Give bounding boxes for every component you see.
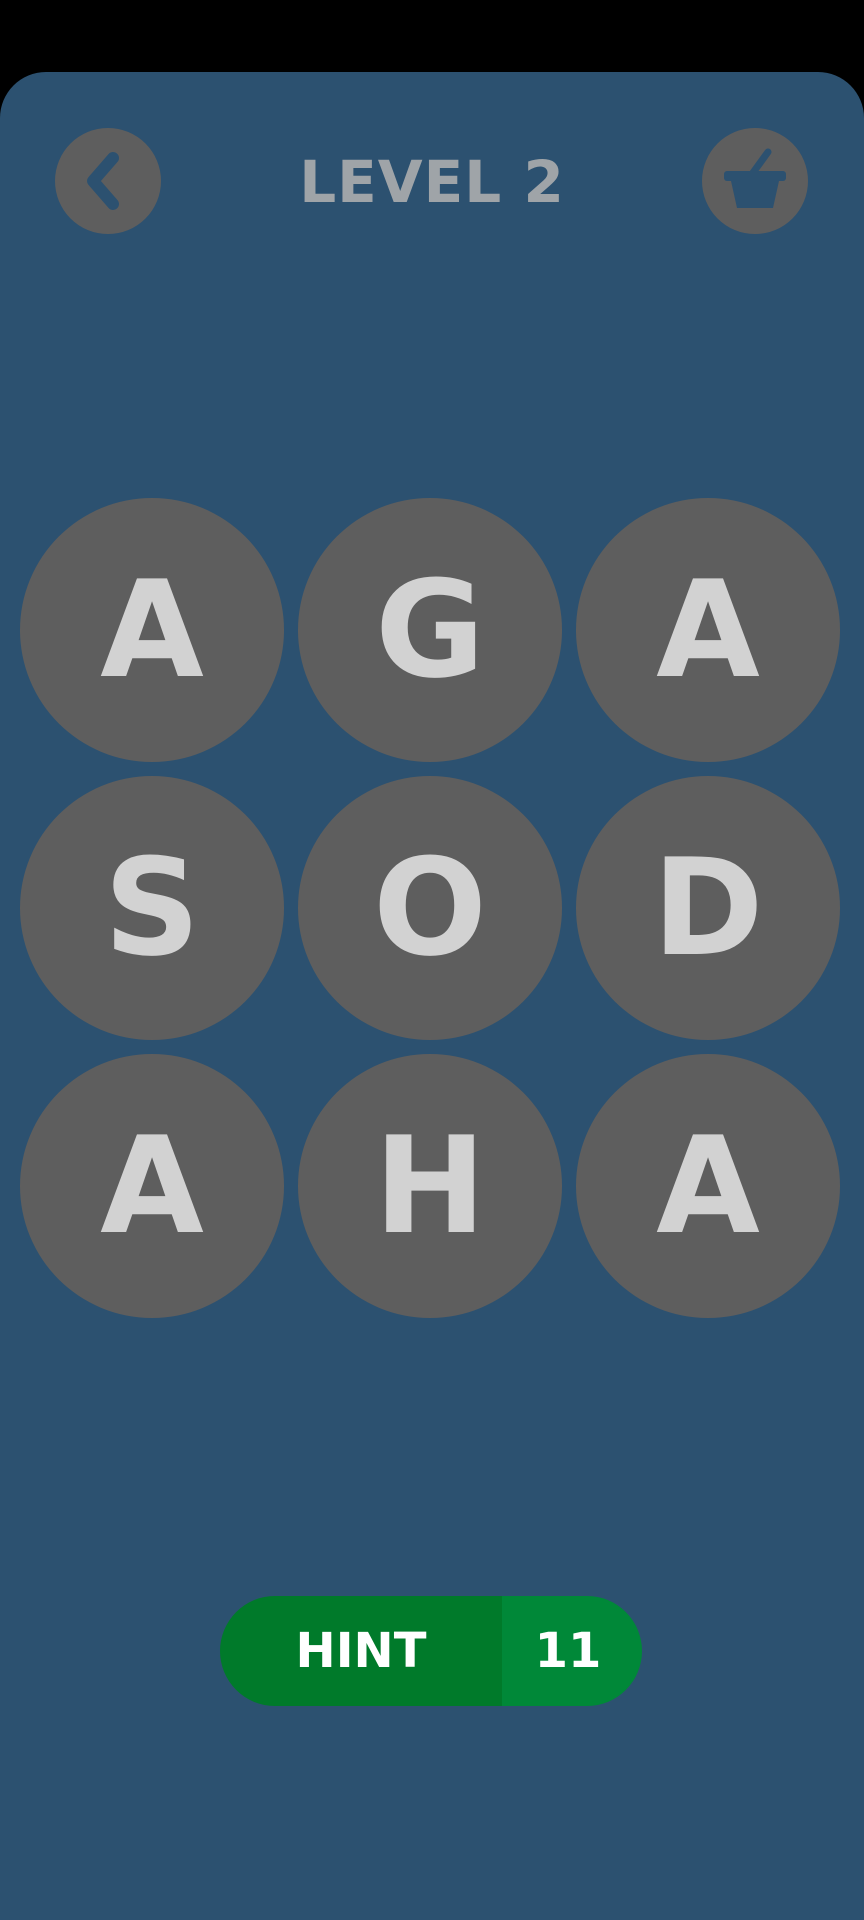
game-screen: LEVEL 2 A G A S O D A H A HINT 11 — [0, 72, 864, 1920]
letter-tile[interactable]: A — [576, 498, 840, 762]
back-button[interactable] — [55, 128, 161, 234]
basket-icon — [724, 148, 786, 208]
letter-grid: A G A S O D A H A — [20, 498, 844, 1318]
letter-tile[interactable]: A — [20, 498, 284, 762]
letter-tile[interactable]: D — [576, 776, 840, 1040]
shop-button[interactable] — [702, 128, 808, 234]
hint-label: HINT — [220, 1596, 502, 1706]
letter-tile[interactable]: S — [20, 776, 284, 1040]
hint-button[interactable]: HINT 11 — [220, 1596, 642, 1706]
level-title: LEVEL 2 — [299, 148, 565, 216]
letter-tile[interactable]: A — [576, 1054, 840, 1318]
letter-tile[interactable]: O — [298, 776, 562, 1040]
letter-tile[interactable]: H — [298, 1054, 562, 1318]
tile-letter: A — [100, 1108, 204, 1264]
tile-letter: A — [656, 552, 760, 708]
tile-letter: D — [652, 830, 764, 986]
tile-letter: A — [100, 552, 204, 708]
letter-tile[interactable]: G — [298, 498, 562, 762]
tile-letter: H — [373, 1108, 487, 1264]
tile-letter: S — [103, 830, 201, 986]
tile-letter: O — [373, 830, 487, 986]
tile-letter: A — [656, 1108, 760, 1264]
hint-count: 11 — [502, 1596, 642, 1706]
letter-tile[interactable]: A — [20, 1054, 284, 1318]
chevron-left-icon — [87, 152, 119, 210]
tile-letter: G — [375, 552, 485, 708]
